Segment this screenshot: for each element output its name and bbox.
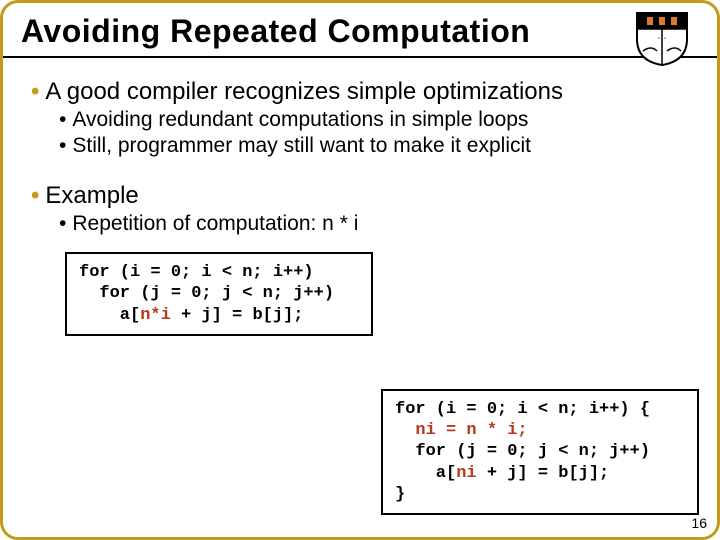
slide-title: Avoiding Repeated Computation (21, 13, 699, 50)
slide-body: •A good compiler recognizes simple optim… (3, 58, 717, 336)
bullet-level1: •Example (31, 182, 689, 210)
bullet-dot-icon: • (59, 134, 66, 157)
bullet-dot-icon: • (31, 182, 39, 209)
code-highlight: ni (456, 464, 476, 483)
bullet-level1: •A good compiler recognizes simple optim… (31, 78, 689, 106)
code-line-part: + j] = b[j]; (171, 306, 304, 325)
code-highlight: n*i (140, 306, 171, 325)
bullet-level2: • Repetition of computation: n * i (59, 212, 689, 236)
code-line-part: a[ (79, 306, 140, 325)
bullet-text: A good compiler recognizes simple optimi… (45, 78, 563, 105)
code-line-part: + j] = b[j]; (477, 464, 610, 483)
code-line: for (i = 0; i < n; i++) (79, 263, 314, 282)
code-box-before: for (i = 0; i < n; i++) for (j = 0; j < … (65, 252, 373, 336)
code-line-part (395, 421, 415, 440)
code-highlight: ni = n * i; (415, 421, 527, 440)
page-number: 16 (691, 515, 707, 531)
bullet-text: Still, programmer may still want to make… (72, 134, 531, 157)
code-line: for (j = 0; j < n; j++) (395, 442, 650, 461)
bullet-level2: • Avoiding redundant computations in simp… (59, 108, 689, 132)
princeton-crest-icon: • • • (633, 9, 691, 67)
bullet-dot-icon: • (59, 108, 66, 131)
code-line-part: a[ (395, 464, 456, 483)
title-bar: Avoiding Repeated Computation • • • (3, 3, 717, 58)
bullet-text: Repetition of computation: n * i (72, 212, 358, 235)
bullet-dot-icon: • (31, 78, 39, 105)
svg-text:• • •: • • • (658, 37, 666, 42)
code-line: for (i = 0; i < n; i++) { (395, 400, 650, 419)
bullet-level2: • Still, programmer may still want to mak… (59, 134, 689, 158)
bullet-text: Avoiding redundant computations in simpl… (72, 108, 528, 131)
code-line: } (395, 485, 405, 504)
code-box-after: for (i = 0; i < n; i++) { ni = n * i; fo… (381, 389, 699, 515)
bullet-text: Example (45, 182, 138, 209)
bullet-dot-icon: • (59, 212, 66, 235)
slide-frame: Avoiding Repeated Computation • • • •A g… (0, 0, 720, 540)
code-line: for (j = 0; j < n; j++) (79, 284, 334, 303)
